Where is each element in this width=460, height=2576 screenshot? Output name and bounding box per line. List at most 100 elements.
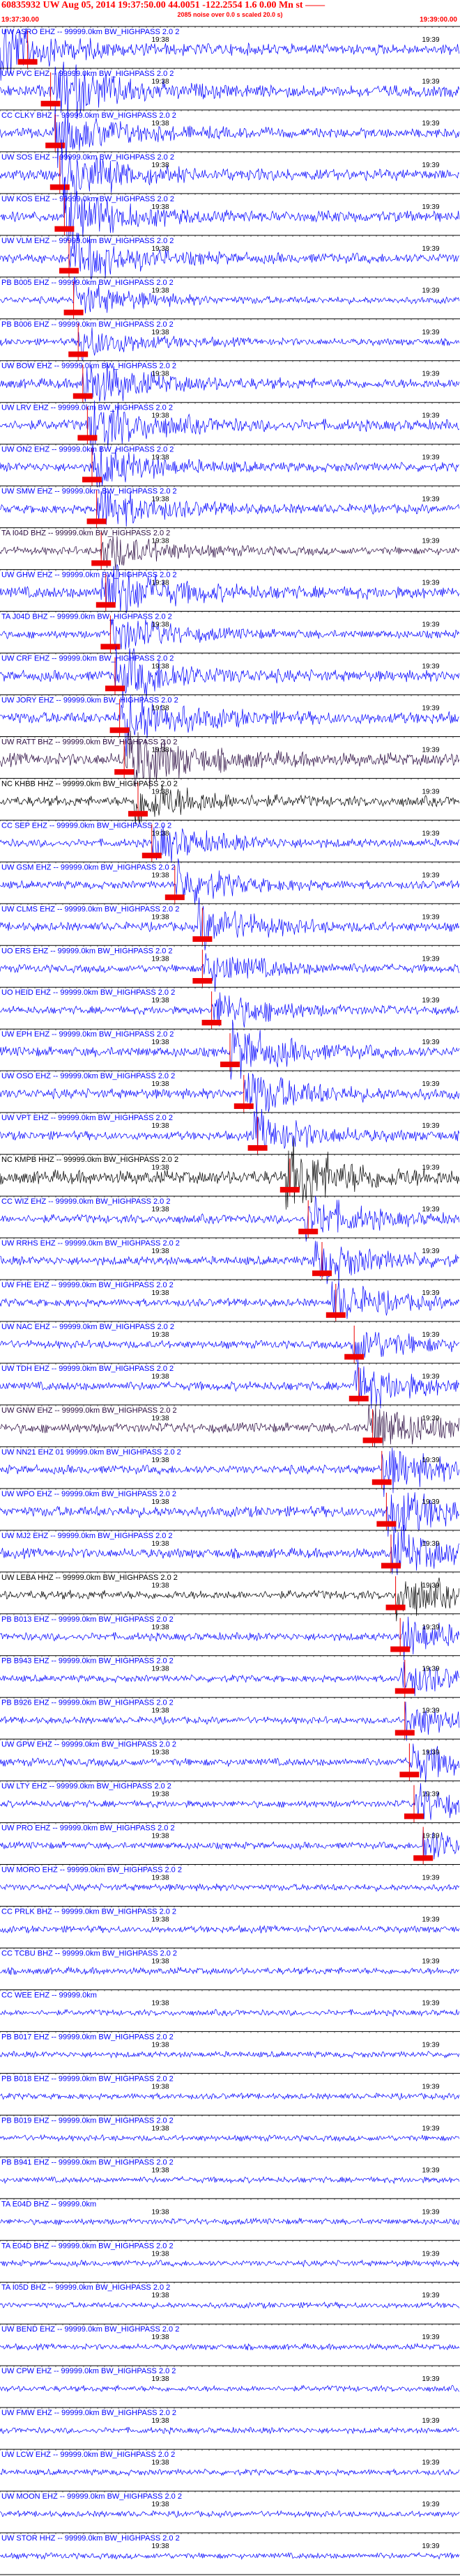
minute-tick-label: 19:38 [151, 36, 169, 44]
minute-tick-label: 19:38 [151, 955, 169, 963]
minute-tick-label: 19:38 [151, 2459, 169, 2467]
waveform-trace [0, 784, 460, 825]
channel-label: TA E04D BHZ -- 99999.0km BW_HIGHPASS 2.0… [1, 2242, 174, 2250]
minute-tick-label: 19:38 [151, 1039, 169, 1046]
minute-tick-label: 19:39 [422, 1666, 439, 1673]
channel-label: UW OSO EHZ -- 99999.0km BW_HIGHPASS 2.0 … [1, 1072, 175, 1080]
waveform-trace [0, 1331, 460, 1363]
minute-tick-label: 19:39 [422, 1707, 439, 1715]
minute-tick-label: 19:38 [151, 1999, 169, 2007]
pick-marker [114, 769, 135, 775]
minute-tick-label: 19:39 [422, 1289, 439, 1297]
channel-label: UO ERS EHZ -- 99999.0km BW_HIGHPASS 2.0 … [1, 947, 173, 955]
waveform-trace [0, 2510, 460, 2518]
pick-marker [362, 1437, 383, 1443]
minute-tick-label: 19:39 [422, 1624, 439, 1631]
minute-tick-label: 19:38 [151, 162, 169, 169]
minute-tick-label: 19:38 [151, 496, 169, 504]
waveform-trace [0, 2092, 460, 2101]
minute-tick-label: 19:38 [151, 329, 169, 336]
minute-tick-label: 19:38 [151, 746, 169, 754]
pick-marker [59, 267, 79, 274]
minute-tick-label: 19:38 [151, 1957, 169, 1965]
minute-tick-label: 19:39 [422, 2125, 439, 2132]
pick-marker [385, 1604, 406, 1611]
minute-tick-label: 19:39 [422, 496, 439, 504]
pick-marker [233, 1103, 254, 1109]
channel-label: UW GHW EHZ -- 99999.0km BW_HIGHPASS 2.0 … [1, 571, 177, 580]
minute-tick-label: 19:38 [151, 120, 169, 127]
pick-marker [325, 1312, 346, 1318]
pick-marker [17, 59, 38, 65]
minute-tick-label: 19:39 [422, 1080, 439, 1088]
minute-tick-label: 19:39 [422, 1582, 439, 1590]
minute-tick-label: 19:38 [151, 1624, 169, 1631]
channel-label: PB B018 EHZ -- 99999.0km BW_HIGHPASS 2.0… [1, 2074, 174, 2083]
channel-label: TA I04D BHZ -- 99999.0km BW_HIGHPASS 2.0… [1, 529, 170, 538]
minute-tick-label: 19:38 [151, 2041, 169, 2049]
channel-label: UW BEND EHZ -- 99999.0km BW_HIGHPASS 2.0… [1, 2325, 179, 2334]
channel-label: UW MOON EHZ -- 99999.0km BW_HIGHPASS 2.0… [1, 2492, 182, 2501]
pick-marker [390, 1646, 411, 1652]
channel-label: UW WPO EHZ -- 99999.0km BW_HIGHPASS 2.0 … [1, 1490, 176, 1498]
channel-label: PB B017 EHZ -- 99999.0km BW_HIGHPASS 2.0… [1, 2033, 174, 2041]
channel-label: CC PRLK BHZ -- 99999.0km BW_HIGHPASS 2.0… [1, 1908, 176, 1916]
pick-marker [72, 393, 93, 399]
waveform-trace [0, 1924, 460, 1934]
channel-label: UW EPH EHZ -- 99999.0km BW_HIGHPASS 2.0 … [1, 1030, 174, 1039]
pick-marker [201, 1020, 222, 1026]
minute-tick-label: 19:38 [151, 1373, 169, 1381]
minute-tick-label: 19:39 [422, 1039, 439, 1046]
waveform-trace [0, 2468, 460, 2476]
channel-label: UW RRHS EHZ -- 99999.0km BW_HIGHPASS 2.0… [1, 1239, 180, 1248]
minute-tick-label: 19:39 [422, 1122, 439, 1130]
channel-label: UW ASRO EHZ -- 99999.0km BW_HIGHPASS 2.0… [1, 28, 179, 36]
minute-tick-label: 19:38 [151, 1415, 169, 1422]
minute-tick-label: 19:38 [151, 2208, 169, 2216]
channel-label: UW VLM EHZ -- 99999.0km BW_HIGHPASS 2.0 … [1, 237, 174, 245]
waveform-trace [0, 2343, 460, 2351]
pick-marker [399, 1771, 420, 1778]
minute-tick-label: 19:39 [422, 1957, 439, 1965]
minute-tick-label: 19:39 [422, 412, 439, 420]
channel-label: UW NAC EHZ -- 99999.0km BW_HIGHPASS 2.0 … [1, 1323, 174, 1331]
pick-marker [128, 811, 148, 817]
waveform-trace [0, 1829, 460, 1860]
channel-label: UW KOS EHZ -- 99999.0km BW_HIGHPASS 2.0 … [1, 195, 174, 203]
minute-tick-label: 19:38 [151, 621, 169, 629]
minute-tick-label: 19:39 [422, 2083, 439, 2090]
minute-tick-label: 19:39 [422, 580, 439, 587]
minute-tick-label: 19:38 [151, 788, 169, 796]
minute-tick-label: 19:39 [422, 2459, 439, 2467]
channel-label: UW LEBA HHZ -- 99999.0km BW_HIGHPASS 2.0… [1, 1574, 178, 1582]
channel-label: UW BOW EHZ -- 99999.0km BW_HIGHPASS 2.0 … [1, 362, 176, 371]
waveform-trace [0, 1701, 460, 1741]
minute-tick-label: 19:39 [422, 663, 439, 671]
channel-label: TA E04D BHZ -- 99999.0km [1, 2200, 96, 2208]
channel-label: PB B926 EHZ -- 99999.0km BW_HIGHPASS 2.0… [1, 1699, 174, 1707]
minute-tick-label: 19:38 [151, 1707, 169, 1715]
minute-tick-label: 19:39 [422, 1331, 439, 1339]
channel-label: UW GSM EHZ -- 99999.0km BW_HIGHPASS 2.0 … [1, 863, 176, 871]
channel-label: TA J04D BHZ -- 99999.0km BW_HIGHPASS 2.0… [1, 613, 172, 621]
channel-label: UW GPW EHZ -- 99999.0km BW_HIGHPASS 2.0 … [1, 1741, 176, 1749]
minute-tick-label: 19:39 [422, 1791, 439, 1799]
waveform-trace [0, 1966, 460, 1976]
pick-marker [54, 226, 75, 232]
minute-tick-label: 19:39 [422, 2250, 439, 2258]
pick-marker [394, 1688, 415, 1694]
channel-label: UW FHE EHZ -- 99999.0km BW_HIGHPASS 2.0 … [1, 1281, 174, 1289]
minute-tick-label: 19:38 [151, 2375, 169, 2383]
minute-tick-label: 19:38 [151, 245, 169, 253]
minute-tick-label: 19:38 [151, 2417, 169, 2425]
minute-tick-label: 19:39 [422, 2041, 439, 2049]
pick-marker [371, 1479, 392, 1485]
pick-marker [413, 1855, 434, 1861]
minute-tick-label: 19:39 [422, 1875, 439, 1882]
pick-marker [63, 309, 84, 316]
pick-marker [105, 685, 125, 692]
pick-marker [95, 602, 116, 608]
minute-tick-label: 19:38 [151, 1582, 169, 1590]
minute-tick-label: 19:39 [422, 1457, 439, 1464]
minute-tick-label: 19:39 [422, 1999, 439, 2007]
